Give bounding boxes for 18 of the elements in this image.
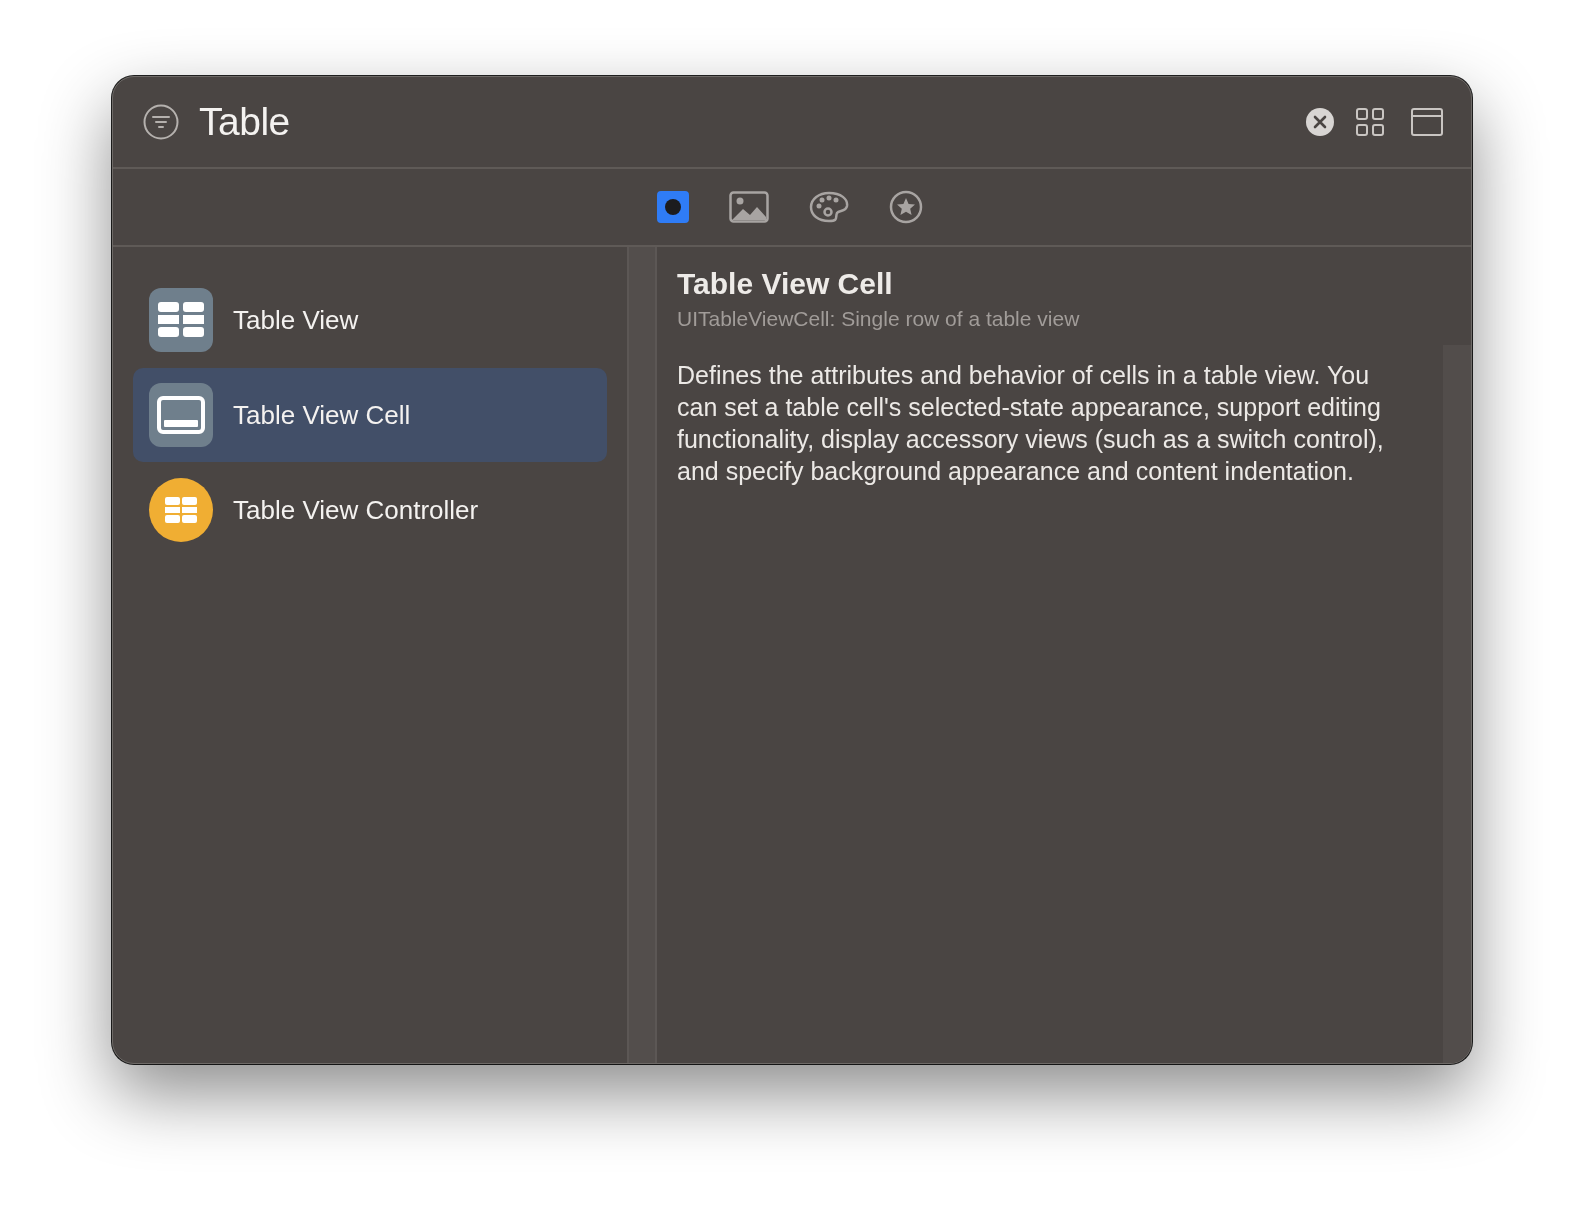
filter-icon[interactable] [143,104,179,140]
window-icon[interactable] [1411,107,1443,137]
detail-title: Table View Cell [677,267,894,301]
table-controller-icon [149,478,213,542]
clear-icon[interactable] [1305,107,1335,137]
palette-tab-icon[interactable] [809,191,849,223]
star-tab-icon[interactable] [889,190,923,224]
objects-tab-icon[interactable] [657,191,689,223]
table-icon [149,288,213,352]
grid-icon[interactable] [1355,107,1385,137]
detail-description: Defines the attributes and behavior of cells in a table view. You can set a table cell's selected-state appearance, support editing functionality, display accessory views (such as a switch control), and specify background appearance and content indentation. [676,360,1385,487]
image-tab-icon[interactable] [729,191,769,223]
detail-subtitle: UITableViewCell: Single row of a table view [677,307,1081,331]
search-field[interactable]: Table [199,100,290,144]
library-item[interactable]: Table View Cell [133,368,607,462]
library-item[interactable]: Table View Controller [133,463,607,557]
library-item[interactable]: Table View [133,273,607,367]
table-cell-icon [149,383,213,447]
